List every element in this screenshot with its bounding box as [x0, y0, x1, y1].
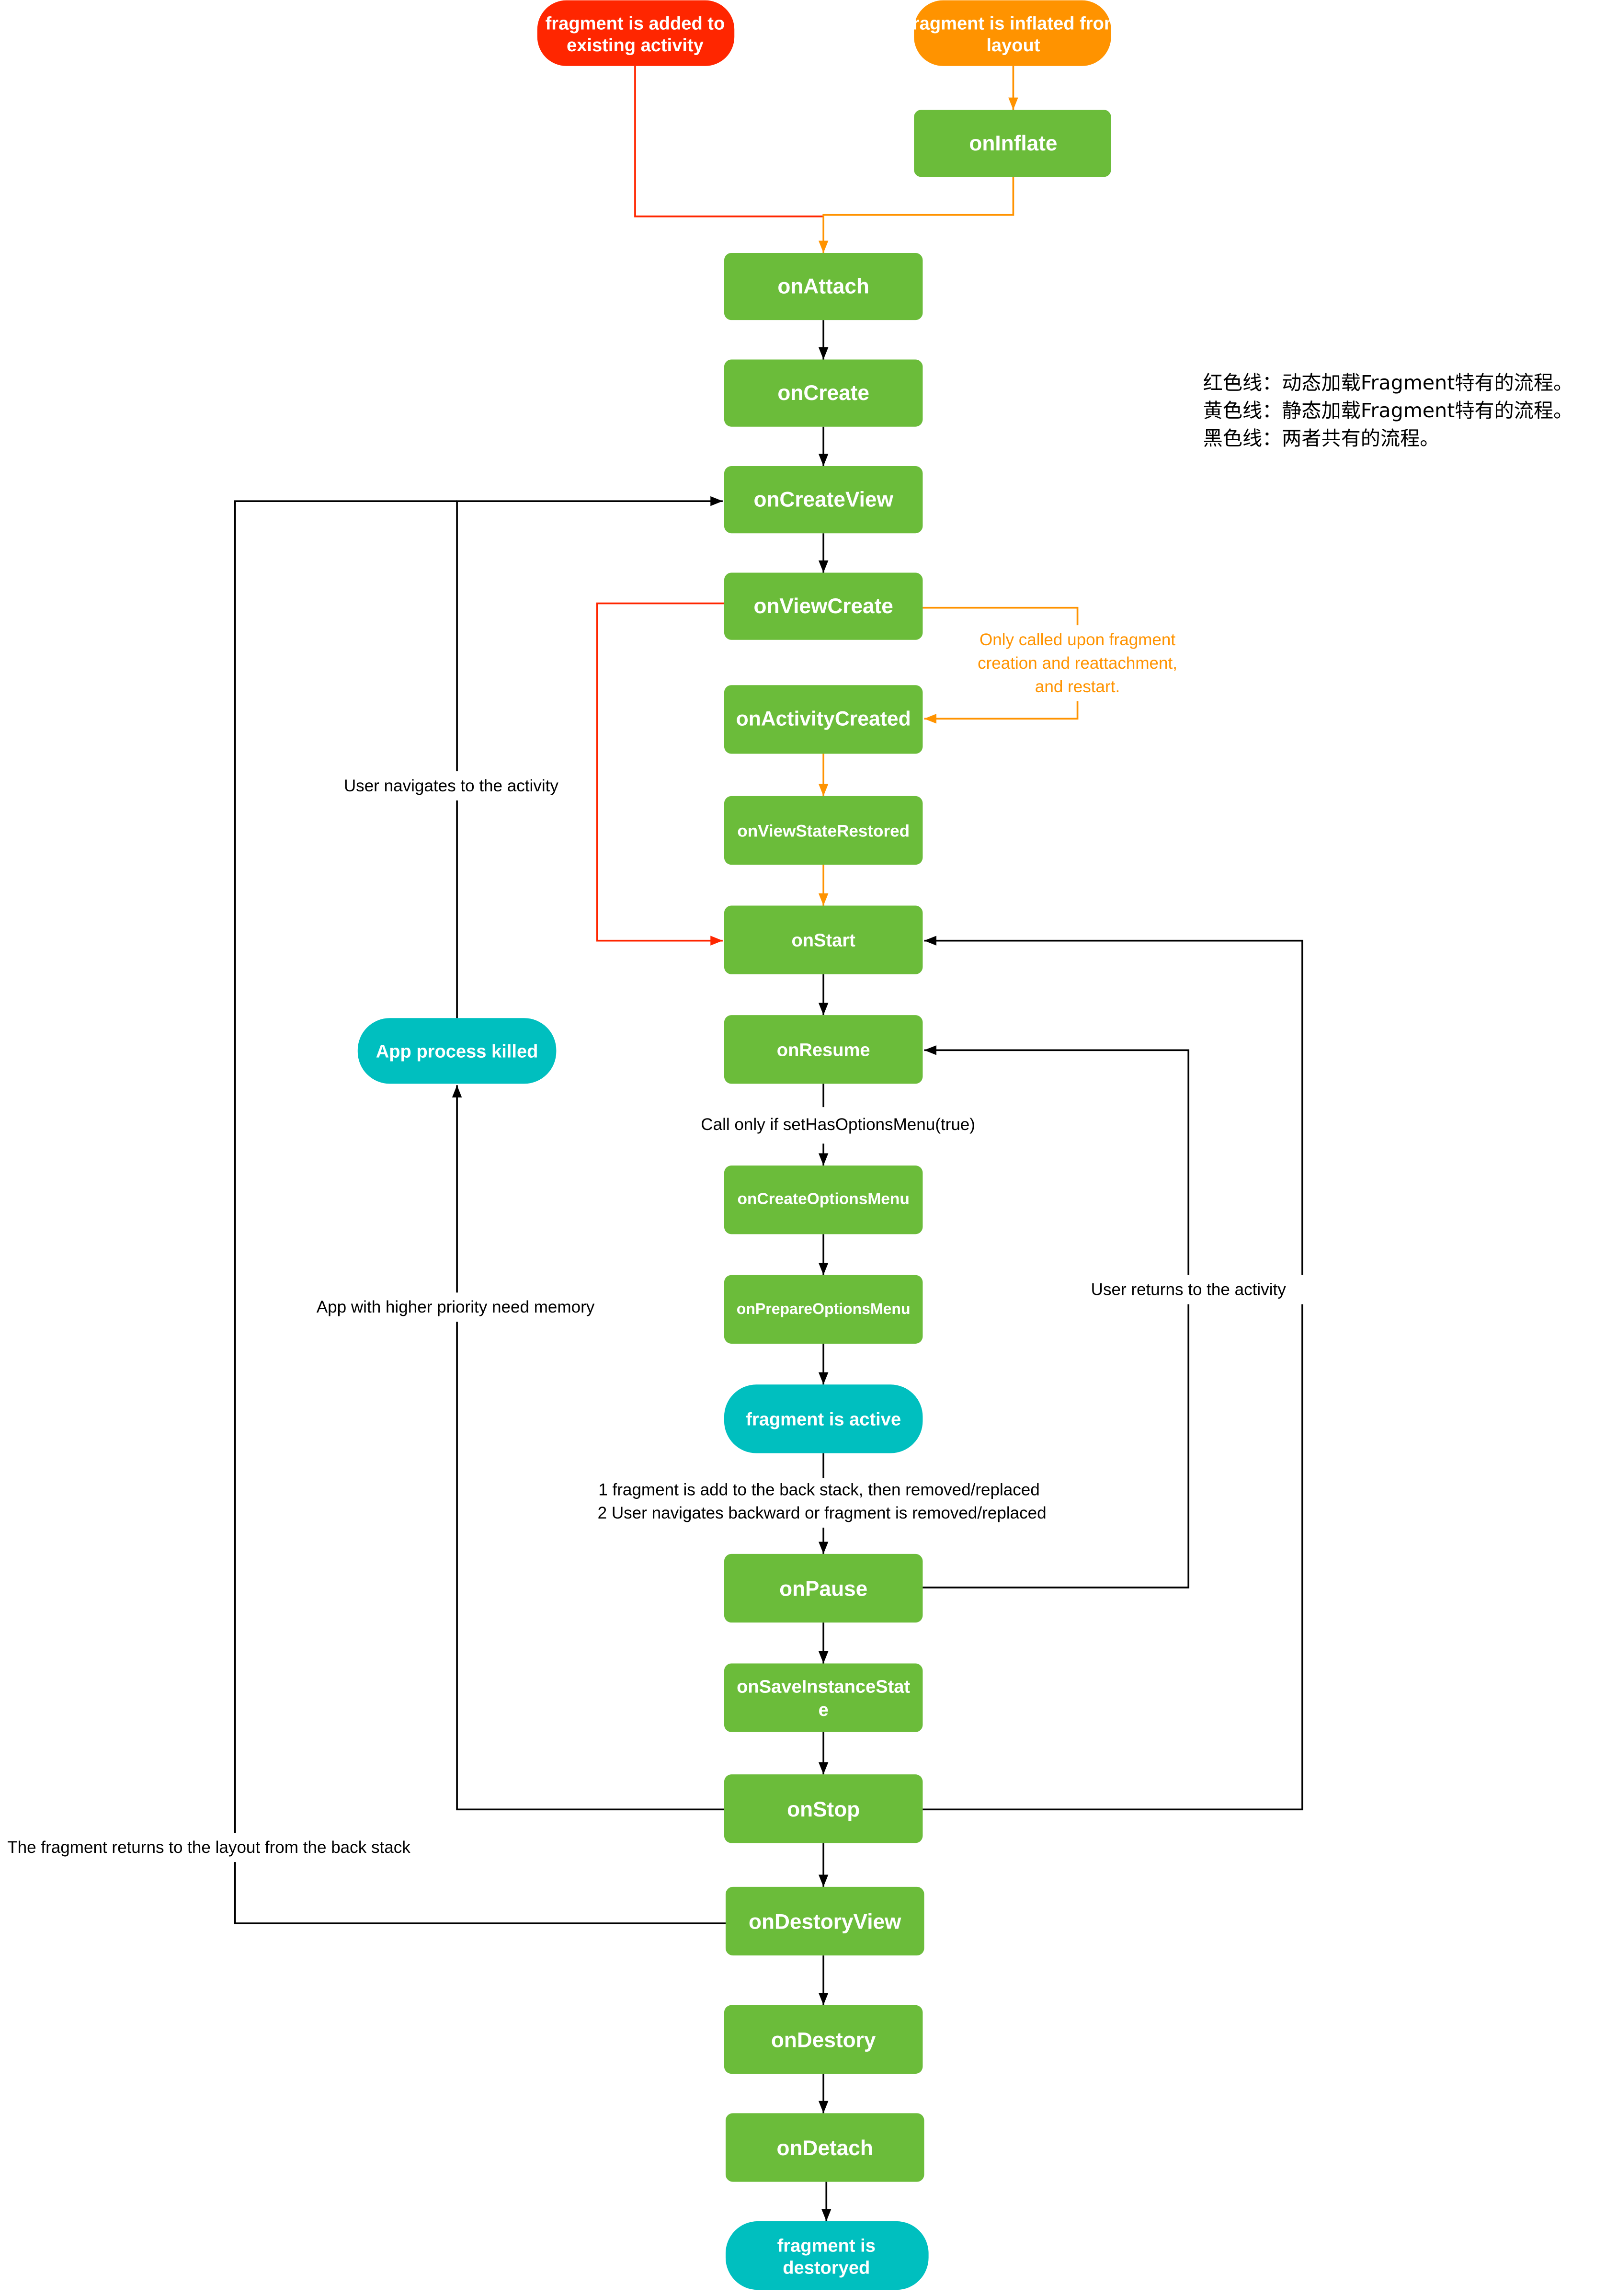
legend-yellow-line: 黄色线：静态加载Fragment特有的流程。 — [1203, 399, 1573, 422]
node-oninflate-label: onInflate — [969, 132, 1057, 155]
node-onprepareoptionsmenu-label: onPrepareOptionsMenu — [737, 1300, 911, 1317]
label-fragment-returns: The fragment returns to the layout from … — [7, 1838, 410, 1857]
start-node-static-line1: fragment is inflated from — [906, 13, 1120, 34]
node-onviewcreate-label: onViewCreate — [753, 594, 893, 618]
node-onattach: onAttach — [724, 252, 923, 320]
start-node-static: fragment is inflated from layout — [906, 0, 1120, 66]
red-line-dynamic-to-attach — [634, 66, 824, 217]
node-ondetach-label: onDetach — [777, 2136, 873, 2160]
node-app-process-killed: App process killed — [357, 1018, 557, 1084]
line-destroyview-to-createview — [234, 500, 727, 1924]
start-node-dynamic: fragment is added to existing activity — [537, 0, 735, 66]
orange-line-inflate-to-attach — [818, 177, 1014, 253]
node-oncreate-label: onCreate — [777, 381, 869, 405]
label-back-stack-line2: 2 User navigates backward or fragment is… — [598, 1504, 1047, 1522]
label-call-only-if: Call only if setHasOptionsMenu(true) — [701, 1115, 975, 1134]
line-stop-to-process-killed — [452, 1085, 726, 1811]
node-onresume-label: onResume — [777, 1040, 870, 1060]
orange-line-viewcreate-note-top — [923, 606, 1079, 626]
note-only-called-line2: creation and reattachment, — [978, 654, 1177, 673]
node-ondestory-label: onDestory — [771, 2028, 876, 2052]
orange-line-note-to-activitycreated — [924, 701, 1079, 724]
node-oncreateview: onCreateView — [724, 466, 923, 534]
node-oncreateview-label: onCreateView — [753, 488, 893, 512]
node-app-process-killed-label: App process killed — [376, 1041, 538, 1062]
node-ondetach: onDetach — [725, 2113, 924, 2182]
node-fragment-active: fragment is active — [724, 1384, 923, 1453]
node-oncreateoptionsmenu-label: onCreateOptionsMenu — [737, 1190, 909, 1208]
node-onsaveinstancestate-line2: e — [819, 1700, 829, 1720]
node-onpause: onPause — [724, 1554, 923, 1623]
node-onattach-label: onAttach — [777, 275, 869, 298]
node-onviewstaterestored-label: onViewStateRestored — [737, 822, 910, 841]
node-onactivitycreated: onActivityCreated — [724, 685, 923, 754]
node-onsaveinstancestate-line1: onSaveInstanceStat — [737, 1677, 910, 1697]
node-onviewstaterestored: onViewStateRestored — [724, 796, 923, 865]
node-fragment-active-label: fragment is active — [746, 1409, 901, 1429]
node-onsaveinstancestate: onSaveInstanceStat e — [724, 1663, 923, 1732]
node-onstart-label: onStart — [792, 931, 856, 951]
node-onviewcreate: onViewCreate — [724, 572, 923, 640]
red-line-viewcreate-to-start — [596, 602, 726, 946]
label-user-navigates-to-activity: User navigates to the activity — [344, 777, 559, 795]
node-oncreateoptionsmenu: onCreateOptionsMenu — [724, 1165, 923, 1234]
node-fragment-destroyed-line1: fragment is — [777, 2236, 876, 2256]
start-node-dynamic-line2: existing activity — [567, 35, 704, 56]
node-onprepareoptionsmenu: onPrepareOptionsMenu — [724, 1275, 923, 1344]
node-onstart: onStart — [724, 905, 923, 974]
node-fragment-destroyed: fragment is destoryed — [725, 2221, 929, 2290]
node-ondestoryview: onDestoryView — [725, 1886, 924, 1956]
legend-black-line: 黑色线：两者共有的流程。 — [1203, 427, 1440, 450]
label-user-returns-to-activity: User returns to the activity — [1091, 1280, 1287, 1299]
node-onresume: onResume — [724, 1015, 923, 1084]
node-fragment-destroyed-line2: destoryed — [783, 2258, 870, 2278]
start-node-dynamic-line1: fragment is added to — [546, 13, 725, 34]
node-oninflate: onInflate — [914, 110, 1111, 177]
node-onactivitycreated-label: onActivityCreated — [736, 707, 911, 730]
node-ondestory: onDestory — [724, 2005, 923, 2074]
label-app-higher-priority: App with higher priority need memory — [317, 1298, 595, 1316]
node-onstop: onStop — [724, 1774, 923, 1843]
legend: 红色线：动态加载Fragment特有的流程。 黄色线：静态加载Fragment特… — [1203, 371, 1573, 450]
label-back-stack-line1: 1 fragment is add to the back stack, the… — [598, 1480, 1039, 1499]
node-oncreate: onCreate — [724, 359, 923, 427]
node-onpause-label: onPause — [779, 1577, 867, 1601]
note-only-called-line1: Only called upon fragment — [980, 630, 1175, 649]
node-onstop-label: onStop — [787, 1798, 860, 1821]
node-ondestoryview-label: onDestoryView — [749, 1910, 901, 1934]
note-only-called-line3: and restart. — [1035, 677, 1120, 696]
fragment-lifecycle-diagram: fragment is added to existing activity f… — [0, 0, 1573, 2290]
line-stop-to-start — [923, 936, 1303, 1811]
start-node-static-line2: layout — [986, 35, 1040, 56]
legend-red-line: 红色线：动态加载Fragment特有的流程。 — [1203, 371, 1573, 394]
